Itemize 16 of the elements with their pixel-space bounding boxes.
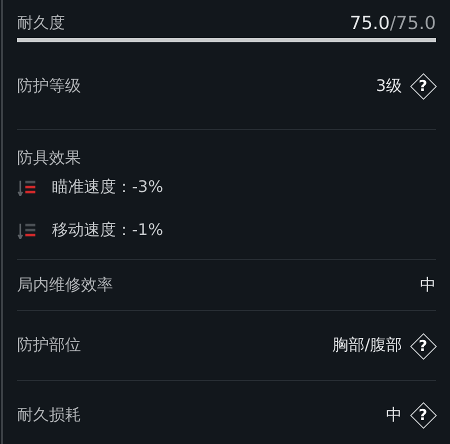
- durability-label: 耐久度: [17, 13, 65, 34]
- effect-text: 瞄准速度：-3%: [52, 177, 164, 198]
- stat-value: 中: [420, 274, 436, 296]
- stat-label: 局内维修效率: [17, 274, 113, 296]
- stat-label: 防护等级: [17, 76, 81, 96]
- help-button[interactable]: ?: [410, 402, 436, 428]
- effect-text: 移动速度：-1%: [52, 220, 164, 241]
- help-button[interactable]: ?: [410, 332, 436, 358]
- section-heading: 防具效果: [17, 148, 82, 169]
- stat-label: 耐久损耗: [17, 404, 81, 426]
- stat-value: 3级: [376, 76, 402, 96]
- stat-value: 中: [386, 404, 402, 426]
- stat-label: 防护部位: [17, 335, 81, 356]
- stat-value: 胸部/腹部: [332, 335, 402, 356]
- durability-value: 75.0/75.0: [350, 13, 436, 34]
- help-button[interactable]: ?: [410, 73, 436, 99]
